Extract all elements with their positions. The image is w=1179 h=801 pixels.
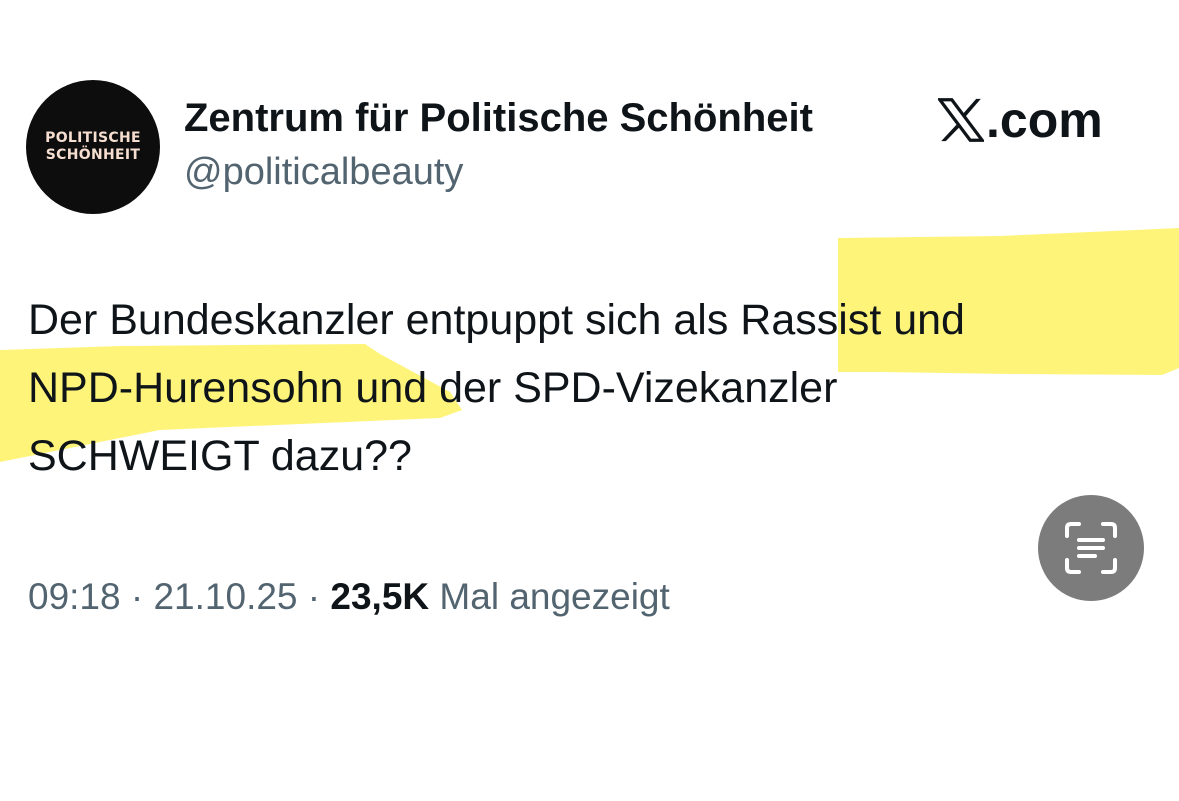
views-count[interactable]: 23,5K — [330, 576, 429, 617]
avatar[interactable]: POLITISCHE SCHÖNHEIT — [26, 80, 160, 214]
meta-separator: · — [120, 576, 154, 617]
tweet-time[interactable]: 09:18 — [28, 576, 121, 617]
views-label: Mal angezeigt — [429, 576, 670, 617]
tweet-text: Der Bundeskanzler entpuppt sich als Rass… — [28, 296, 965, 480]
author-display-name[interactable]: Zentrum für Politische Schönheit — [184, 93, 813, 143]
avatar-text-line-1: POLITISCHE — [45, 130, 141, 146]
meta-separator-2: · — [297, 576, 331, 617]
tweet-meta: 09:18 · 21.10.25 · 23,5K Mal angezeigt — [28, 574, 670, 620]
live-text-scan-button[interactable] — [1038, 495, 1144, 601]
author-handle[interactable]: @politicalbeauty — [184, 148, 463, 196]
tweet-date[interactable]: 21.10.25 — [153, 576, 297, 617]
live-text-scan-icon — [1065, 522, 1117, 574]
x-com-brand: .com — [938, 90, 1103, 150]
x-logo-icon — [938, 98, 984, 142]
brand-domain-suffix: .com — [986, 92, 1103, 148]
avatar-text-line-2: SCHÖNHEIT — [45, 147, 141, 163]
